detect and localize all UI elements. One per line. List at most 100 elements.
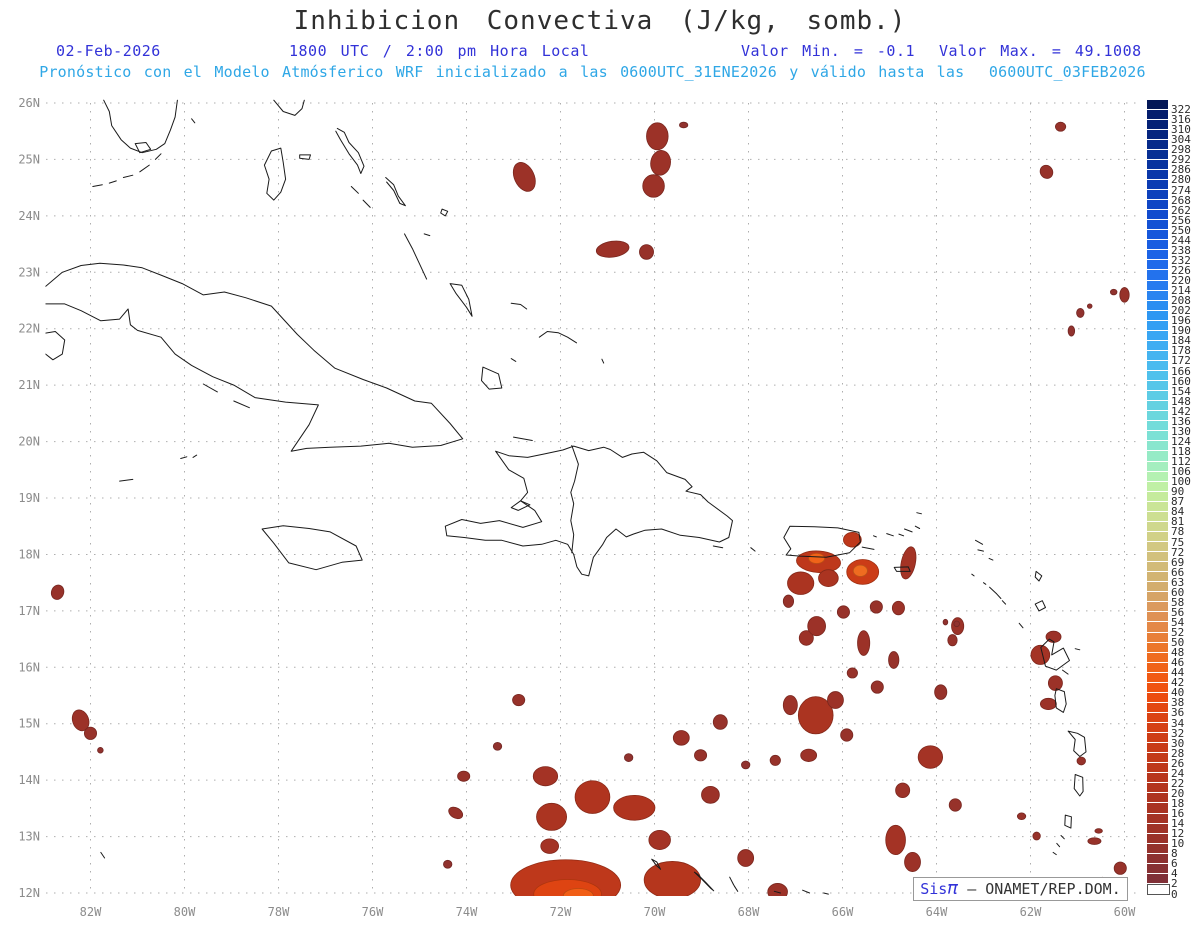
coastline-cuba (45, 262, 464, 452)
branding-sis: Sis (920, 880, 948, 898)
lon-tick-label: 60W (1114, 905, 1136, 919)
cin-blob (1094, 828, 1103, 834)
lat-tick-label: 14N (18, 773, 40, 787)
cin-blob (83, 726, 98, 740)
lon-tick-label: 70W (644, 905, 666, 919)
coastline-little-inagua (510, 358, 517, 362)
coastline-jardines-2 (233, 400, 250, 409)
coastline-exuma-2 (362, 199, 371, 208)
cin-blob (934, 684, 948, 700)
cin-blob (891, 600, 905, 616)
cin-blob (787, 571, 815, 595)
cin-blob (857, 630, 871, 656)
cin-blob (562, 888, 594, 896)
coastline-caicos (538, 331, 577, 344)
cin-blob (840, 728, 854, 742)
cin-blob (904, 851, 921, 872)
lat-tick-label: 25N (18, 152, 40, 166)
coastline-anguilla (975, 539, 984, 545)
coastlines (45, 99, 1087, 895)
coastline-los-roques-3 (823, 892, 829, 895)
cin-blob (1016, 812, 1027, 821)
cin-blob (492, 741, 503, 751)
cin-blob (595, 240, 630, 258)
cin-blob (1076, 756, 1086, 766)
cin-blob (624, 753, 634, 762)
cin-blob (800, 748, 818, 762)
coastline-san-salvador (440, 208, 449, 217)
lon-tick-label: 76W (362, 905, 384, 919)
branding-pi-icon: π (947, 878, 959, 899)
coastline-antigua (1034, 600, 1046, 612)
cin-shaded-regions (50, 121, 1130, 896)
cin-blob (888, 651, 900, 669)
cin-blob (1086, 303, 1093, 309)
coastline-keys-5 (154, 153, 162, 160)
cin-blob (694, 749, 708, 762)
branding-separator: – (958, 880, 986, 898)
coastline-saona (712, 545, 724, 549)
coastline-exuma-1 (350, 186, 359, 194)
lon-tick-label: 72W (550, 905, 572, 919)
lon-tick-label: 82W (80, 905, 102, 919)
coastline-culebra (873, 535, 877, 538)
lat-tick-label: 19N (18, 491, 40, 505)
coastline-isla-juventud (45, 331, 66, 361)
lat-tick-label: 22N (18, 322, 40, 336)
lat-tick-label: 20N (18, 435, 40, 449)
cin-blob (532, 766, 559, 787)
coastline-martinique (1067, 730, 1087, 757)
cin-blob (1055, 121, 1067, 132)
coastline-gonave (510, 500, 531, 511)
cin-blob (512, 693, 526, 707)
coastline-st-john (898, 533, 905, 537)
coastline-saba (971, 573, 975, 577)
cin-blob (1047, 675, 1063, 691)
cin-blob (457, 770, 471, 782)
cin-blob (741, 760, 751, 770)
lat-tick-label: 13N (18, 830, 40, 844)
cin-blob (1119, 287, 1130, 303)
lon-tick-label: 80W (174, 905, 196, 919)
cin-blob (1113, 861, 1127, 875)
cin-blob (642, 174, 665, 198)
coastline-grand-cayman (119, 478, 134, 482)
coastline-keys-2 (108, 180, 117, 184)
cin-blob (1039, 697, 1057, 711)
lat-tick-label: 16N (18, 660, 40, 674)
cin-blob (782, 695, 798, 716)
lat-tick-label: 24N (18, 209, 40, 223)
lon-tick-label: 62W (1020, 905, 1042, 919)
lat-tick-label: 17N (18, 604, 40, 618)
cin-blob (643, 861, 701, 896)
coastline-berry-grandbahama (273, 99, 305, 116)
coastline-little-cayman (180, 456, 188, 459)
coastline-florida (103, 99, 178, 154)
lat-tick-label: 15N (18, 717, 40, 731)
cin-blob (782, 594, 795, 608)
coastline-st-kitts (989, 586, 1002, 599)
cin-blob (712, 714, 728, 730)
lon-tick-label: 74W (456, 905, 478, 919)
coastline-grand-turk (601, 358, 605, 364)
coastline-rum-cay (423, 233, 431, 237)
cin-blob (50, 584, 65, 600)
coastline-crooked-acklins (449, 283, 473, 317)
coastline-great-inagua (481, 366, 503, 390)
coastline-hispaniola (444, 445, 733, 577)
cin-blob (846, 667, 858, 679)
cin-blob (737, 849, 755, 867)
cin-blob (443, 859, 453, 869)
lat-tick-label: 21N (18, 378, 40, 392)
weather-map-figure: Inhibicion Convectiva (J/kg, somb.) 02-F… (0, 0, 1200, 927)
coastline-barbuda (1034, 570, 1043, 582)
coastline-andros (263, 147, 287, 201)
lat-tick-label: 23N (18, 265, 40, 279)
cin-blob (1076, 308, 1085, 318)
cin-blob (701, 785, 720, 804)
coastline-providencia (100, 851, 106, 859)
coastline-bonaire (729, 876, 739, 892)
coastline-mona (750, 547, 756, 552)
cin-blob (900, 546, 917, 580)
cin-blob (948, 798, 962, 812)
